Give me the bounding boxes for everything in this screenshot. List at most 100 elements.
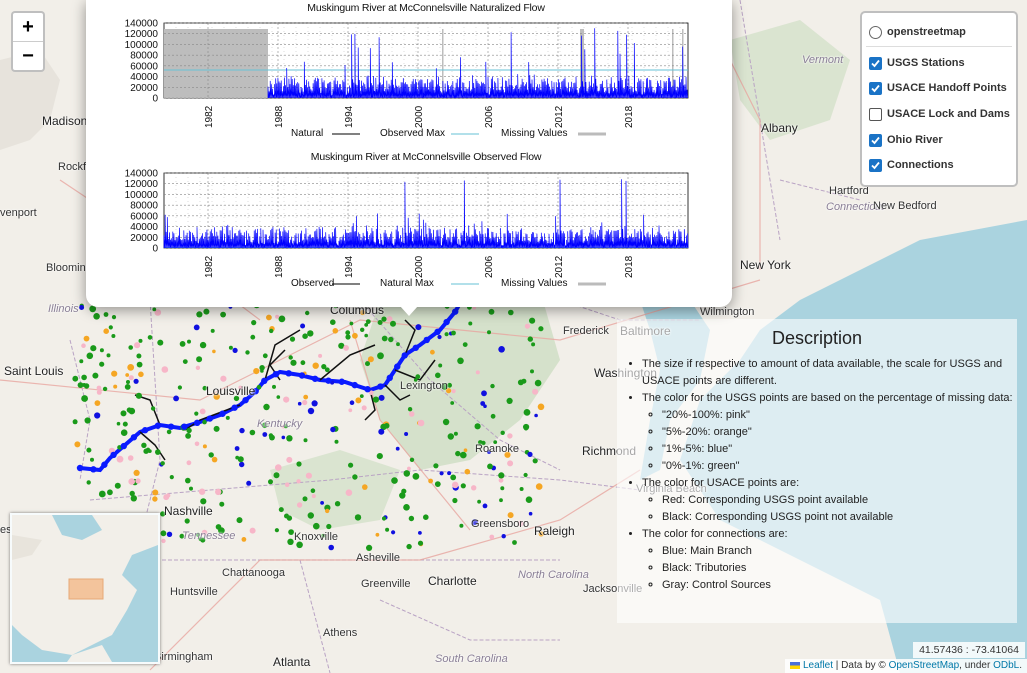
usgs-station-marker[interactable] xyxy=(72,419,78,425)
usgs-station-marker[interactable] xyxy=(444,332,449,337)
usgs-station-marker[interactable] xyxy=(127,455,134,461)
usgs-station-marker[interactable] xyxy=(211,456,218,463)
usgs-station-marker[interactable] xyxy=(133,469,140,476)
usgs-station-marker[interactable] xyxy=(345,489,353,497)
usgs-station-marker[interactable] xyxy=(297,401,302,406)
usgs-station-marker[interactable] xyxy=(488,308,495,315)
usgs-station-marker[interactable] xyxy=(307,407,315,415)
usgs-station-marker[interactable] xyxy=(481,390,487,397)
zoom-in-button[interactable]: + xyxy=(13,13,43,41)
usgs-station-marker[interactable] xyxy=(273,472,280,479)
usgs-station-marker[interactable] xyxy=(208,452,214,458)
usgs-station-marker[interactable] xyxy=(79,305,85,310)
usgs-station-marker[interactable] xyxy=(283,396,290,403)
checkbox-icon[interactable] xyxy=(869,133,882,147)
usgs-station-marker[interactable] xyxy=(415,324,422,331)
usace-handoff-point[interactable] xyxy=(167,423,175,430)
usgs-station-marker[interactable] xyxy=(92,372,99,379)
usgs-station-marker[interactable] xyxy=(348,462,354,468)
usgs-station-marker[interactable] xyxy=(129,490,135,497)
usgs-station-marker[interactable] xyxy=(404,432,409,436)
usgs-station-marker[interactable] xyxy=(99,348,104,353)
usace-handoff-point[interactable] xyxy=(219,410,226,417)
usace-handoff-point[interactable] xyxy=(141,427,149,434)
usgs-station-marker[interactable] xyxy=(527,451,533,457)
usgs-station-marker[interactable] xyxy=(236,517,243,524)
usgs-station-marker[interactable] xyxy=(498,472,505,479)
layer-usace-lock-and-dams[interactable]: USACE Lock and Dams xyxy=(869,104,1010,124)
usgs-station-marker[interactable] xyxy=(345,334,351,340)
usgs-station-marker[interactable] xyxy=(381,316,387,322)
usgs-station-marker[interactable] xyxy=(407,466,411,471)
usgs-station-marker[interactable] xyxy=(439,471,444,476)
usgs-station-marker[interactable] xyxy=(345,330,351,336)
usace-handoff-point[interactable] xyxy=(443,318,450,326)
usgs-station-marker[interactable] xyxy=(268,433,274,438)
usgs-station-marker[interactable] xyxy=(501,534,506,539)
usgs-station-marker[interactable] xyxy=(128,478,135,485)
usgs-station-marker[interactable] xyxy=(272,384,276,389)
usgs-station-marker[interactable] xyxy=(334,439,339,444)
usgs-station-marker[interactable] xyxy=(86,480,91,485)
radio-icon[interactable] xyxy=(869,25,882,39)
usgs-station-marker[interactable] xyxy=(220,375,227,382)
usgs-station-marker[interactable] xyxy=(354,514,362,521)
usgs-station-marker[interactable] xyxy=(215,488,222,496)
usgs-station-marker[interactable] xyxy=(202,444,207,449)
usgs-station-marker[interactable] xyxy=(90,345,97,352)
usgs-station-marker[interactable] xyxy=(173,395,180,402)
usgs-station-marker[interactable] xyxy=(302,399,308,406)
usgs-station-marker[interactable] xyxy=(408,515,415,522)
usgs-station-marker[interactable] xyxy=(381,335,388,342)
layer-usace-handoff-points[interactable]: USACE Handoff Points xyxy=(869,78,1007,98)
usace-handoff-point[interactable] xyxy=(193,419,201,427)
layer-usgs-stations[interactable]: USGS Stations xyxy=(869,53,965,73)
usgs-station-marker[interactable] xyxy=(463,448,468,453)
checkbox-icon[interactable] xyxy=(869,107,882,121)
usgs-station-marker[interactable] xyxy=(499,498,503,503)
usgs-station-marker[interactable] xyxy=(302,333,308,340)
usgs-station-marker[interactable] xyxy=(202,419,207,425)
usgs-station-marker[interactable] xyxy=(500,430,505,435)
usace-handoff-point[interactable] xyxy=(76,464,84,472)
usgs-station-marker[interactable] xyxy=(305,310,310,316)
usgs-station-marker[interactable] xyxy=(275,314,280,319)
usgs-station-marker[interactable] xyxy=(325,508,330,514)
usgs-station-marker[interactable] xyxy=(278,315,286,323)
usgs-station-marker[interactable] xyxy=(116,421,121,426)
usgs-station-marker[interactable] xyxy=(362,484,368,490)
usace-handoff-point[interactable] xyxy=(434,328,441,336)
usgs-station-marker[interactable] xyxy=(334,501,341,507)
usgs-station-marker[interactable] xyxy=(474,423,481,430)
usgs-station-marker[interactable] xyxy=(519,487,524,491)
usgs-station-marker[interactable] xyxy=(147,335,153,340)
usgs-station-marker[interactable] xyxy=(111,315,117,320)
usgs-station-marker[interactable] xyxy=(442,418,450,426)
usgs-station-marker[interactable] xyxy=(111,334,116,338)
usgs-station-marker[interactable] xyxy=(302,496,308,502)
usgs-station-marker[interactable] xyxy=(523,409,531,416)
usgs-station-marker[interactable] xyxy=(90,457,94,462)
usgs-station-marker[interactable] xyxy=(517,379,524,386)
usgs-station-marker[interactable] xyxy=(288,355,293,360)
usgs-station-marker[interactable] xyxy=(193,324,200,331)
usgs-station-marker[interactable] xyxy=(259,365,265,371)
usgs-station-marker[interactable] xyxy=(434,481,441,487)
usgs-station-marker[interactable] xyxy=(528,511,533,516)
usgs-station-marker[interactable] xyxy=(150,406,156,411)
usgs-station-marker[interactable] xyxy=(72,375,79,382)
usgs-station-marker[interactable] xyxy=(407,407,413,412)
usgs-station-marker[interactable] xyxy=(278,507,284,513)
usgs-station-marker[interactable] xyxy=(253,368,260,375)
usgs-station-marker[interactable] xyxy=(161,538,166,544)
usgs-station-marker[interactable] xyxy=(135,392,142,399)
usgs-station-marker[interactable] xyxy=(455,450,461,457)
usgs-station-marker[interactable] xyxy=(372,396,379,403)
usgs-station-marker[interactable] xyxy=(250,334,256,340)
usgs-station-marker[interactable] xyxy=(94,400,101,406)
usgs-station-marker[interactable] xyxy=(284,513,289,519)
usgs-station-marker[interactable] xyxy=(99,361,105,367)
usgs-station-marker[interactable] xyxy=(239,461,245,468)
usgs-station-marker[interactable] xyxy=(125,373,130,377)
leaflet-link[interactable]: Leaflet xyxy=(803,660,833,671)
